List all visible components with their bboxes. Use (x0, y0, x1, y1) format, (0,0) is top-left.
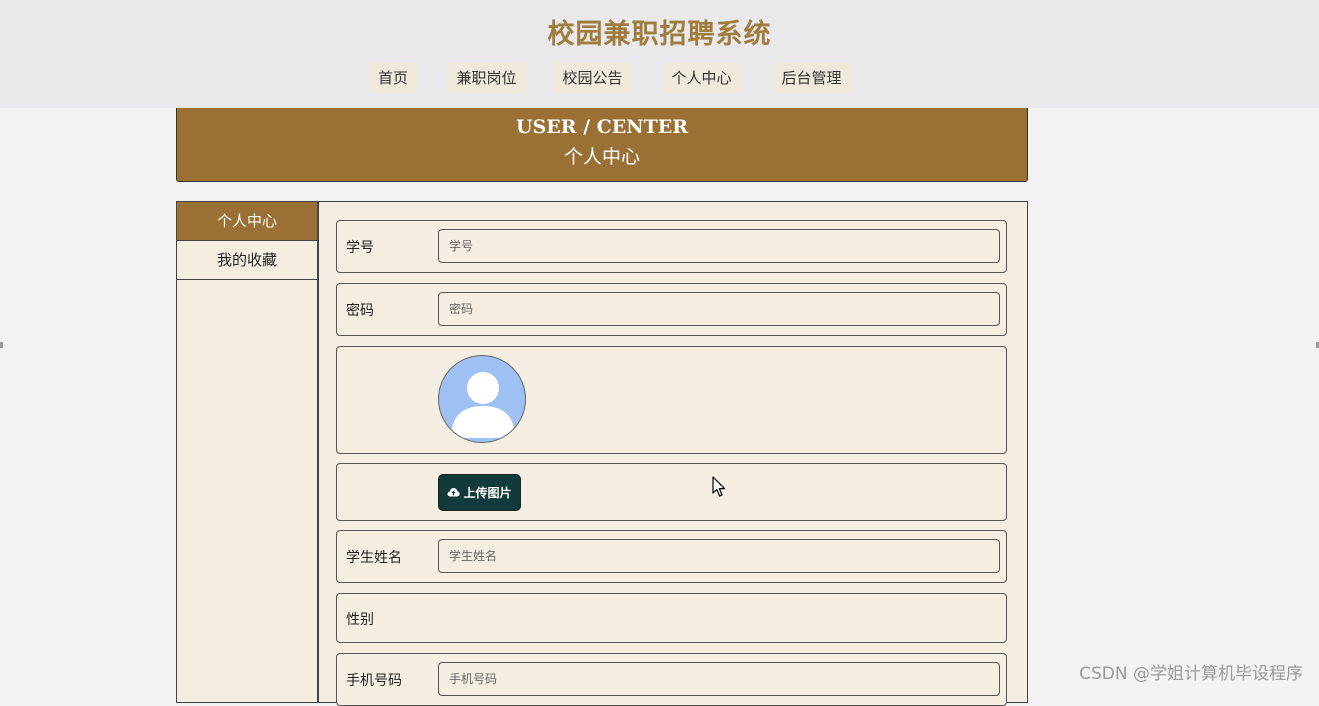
student-id-row: 学号 (336, 220, 1007, 273)
student-id-label: 学号 (346, 237, 374, 257)
upload-image-button[interactable]: 上传图片 (438, 474, 521, 511)
avatar-image (438, 355, 526, 443)
nav-home[interactable]: 首页 (369, 63, 417, 93)
site-title: 校园兼职招聘系统 (0, 12, 1319, 51)
user-center-panel: 个人中心 我的收藏 学号 密码 上传图片 学生姓名 性别 (176, 201, 1028, 703)
top-header: 校园兼职招聘系统 首页 兼职岗位 校园公告 个人中心 后台管理 (0, 0, 1319, 108)
upload-row: 上传图片 (336, 463, 1007, 521)
gender-row: 性别 (336, 593, 1007, 643)
banner-title-cn: 个人中心 (177, 142, 1027, 169)
nav-campus-notices[interactable]: 校园公告 (553, 63, 632, 93)
main-nav: 首页 兼职岗位 校园公告 个人中心 后台管理 (0, 63, 1319, 93)
sidebar-item-favorites[interactable]: 我的收藏 (177, 241, 317, 280)
student-name-row: 学生姓名 (336, 530, 1007, 583)
gender-label: 性别 (346, 609, 374, 629)
student-name-label: 学生姓名 (346, 547, 402, 567)
mouse-pointer-icon (712, 476, 726, 502)
password-label: 密码 (346, 300, 374, 320)
phone-input[interactable] (438, 662, 1000, 696)
page-banner: USER / CENTER 个人中心 (176, 108, 1028, 182)
nav-admin[interactable]: 后台管理 (772, 63, 851, 93)
password-row: 密码 (336, 283, 1007, 336)
user-avatar-placeholder-icon (439, 356, 526, 443)
banner-title-en: USER / CENTER (177, 116, 1027, 138)
password-input[interactable] (438, 292, 1000, 326)
cloud-upload-icon (447, 487, 460, 498)
sidebar: 个人中心 我的收藏 (177, 202, 319, 702)
nav-personal-center[interactable]: 个人中心 (662, 63, 741, 93)
phone-row: 手机号码 (336, 653, 1007, 706)
upload-image-label: 上传图片 (463, 484, 511, 501)
student-id-input[interactable] (438, 229, 1000, 263)
phone-label: 手机号码 (346, 670, 402, 690)
student-name-input[interactable] (438, 539, 1000, 573)
avatar-row (336, 346, 1007, 454)
left-edge-mark (0, 342, 3, 348)
nav-part-time-jobs[interactable]: 兼职岗位 (447, 63, 526, 93)
watermark: CSDN @学姐计算机毕设程序 (1079, 659, 1303, 684)
sidebar-item-personal-center[interactable]: 个人中心 (177, 202, 317, 241)
